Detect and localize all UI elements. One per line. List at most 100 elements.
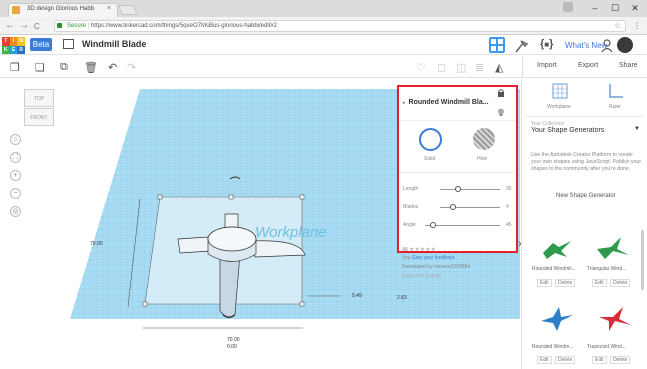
- zoom-in-icon[interactable]: +: [10, 170, 21, 181]
- length-value[interactable]: 35: [506, 186, 512, 192]
- resize-handle[interactable]: [228, 194, 234, 200]
- cube-front-face[interactable]: FRONT: [24, 108, 54, 126]
- delete-button[interactable]: Delete: [610, 356, 631, 364]
- browser-tab[interactable]: 3D design Glorious Habb: [8, 3, 118, 17]
- ruler-icon[interactable]: [607, 82, 625, 100]
- mirror-icon[interactable]: ◭: [495, 61, 503, 74]
- angle-slider[interactable]: [425, 225, 500, 226]
- angle-label: Angle: [403, 222, 416, 228]
- ruler-label[interactable]: Ruler: [609, 104, 621, 110]
- feedback-link[interactable]: Give your feedback: [412, 255, 455, 261]
- minimize-icon[interactable]: ‒: [585, 2, 605, 14]
- shape-name: Triangular Wind...: [587, 266, 627, 272]
- new-shape-generator-button[interactable]: New Shape Generator: [556, 193, 616, 199]
- code-shared-note: Code isn't shared: [402, 273, 441, 279]
- edit-button[interactable]: Edit: [592, 356, 607, 364]
- shape-name: Rounded Windm...: [532, 344, 574, 350]
- chevron-down-icon[interactable]: ▼: [634, 126, 640, 132]
- width-offset[interactable]: 0.00: [227, 344, 237, 350]
- browser-menu-icon[interactable]: ⋮: [633, 21, 641, 30]
- maximize-icon[interactable]: ☐: [605, 2, 625, 14]
- workplane-label[interactable]: Workplane: [547, 104, 571, 110]
- delete-button[interactable]: Delete: [610, 279, 631, 287]
- resize-handle[interactable]: [142, 301, 148, 307]
- grid-view-icon[interactable]: [489, 37, 505, 53]
- angle-value[interactable]: 45: [506, 222, 512, 228]
- depth-dimension[interactable]: 70.00: [90, 241, 103, 247]
- workplane-icon[interactable]: [551, 82, 569, 100]
- shape-name: Trapezoid Wind...: [587, 344, 626, 350]
- copy-icon[interactable]: ❐: [10, 61, 20, 74]
- secure-label: Secure: [67, 23, 87, 29]
- forward-icon[interactable]: →: [19, 20, 29, 31]
- edit-button[interactable]: Edit: [537, 279, 552, 287]
- share-button[interactable]: Share: [619, 62, 638, 69]
- group-icon[interactable]: ◻: [437, 61, 446, 74]
- redo-icon[interactable]: ↷: [127, 61, 136, 74]
- align-icon[interactable]: ≣: [475, 61, 484, 74]
- developer-credit: Developed by eleanor2293884: [402, 264, 471, 270]
- duplicate-icon[interactable]: ⧉: [60, 61, 68, 74]
- new-tab-button[interactable]: [118, 5, 138, 15]
- resize-handle[interactable]: [157, 194, 163, 200]
- back-icon[interactable]: ←: [5, 20, 15, 31]
- bookmark-star-icon[interactable]: ☆: [614, 21, 621, 30]
- panel-divider: [399, 120, 516, 121]
- light-icon[interactable]: ♡: [416, 61, 426, 74]
- shape-name[interactable]: ▸ Rounded Windmill Bla...: [403, 99, 489, 106]
- avatar[interactable]: [617, 37, 633, 53]
- project-grid-icon[interactable]: [63, 39, 74, 49]
- hole-option[interactable]: [473, 128, 495, 150]
- windmill-thumbnail: [543, 241, 571, 259]
- cube-top-face[interactable]: TOP: [24, 89, 54, 107]
- resize-handle[interactable]: [299, 194, 305, 200]
- width-dimension[interactable]: 70.00: [227, 337, 240, 343]
- delete-button[interactable]: Delete: [555, 279, 576, 287]
- user-add-icon[interactable]: [601, 38, 615, 53]
- shape-card[interactable]: [587, 303, 637, 343]
- length-slider-knob[interactable]: [455, 186, 461, 192]
- tinkercad-logo[interactable]: T I N K E R: [2, 37, 25, 54]
- project-title[interactable]: Windmill Blade: [82, 39, 146, 49]
- blades-slider[interactable]: [440, 207, 500, 208]
- delete-icon[interactable]: 🗑: [84, 61, 98, 74]
- rating-stars[interactable]: ★★★★★: [409, 247, 436, 253]
- import-button[interactable]: Import: [537, 62, 557, 69]
- hammer-icon[interactable]: [514, 38, 530, 54]
- sidebar-scrollbar[interactable]: [641, 230, 644, 290]
- reload-icon[interactable]: C: [34, 22, 40, 31]
- perspective-icon[interactable]: ◎: [10, 206, 21, 217]
- ungroup-icon[interactable]: ◫: [456, 61, 466, 74]
- windmill-thumbnail: [599, 307, 631, 331]
- profile-icon[interactable]: [563, 2, 573, 12]
- length-slider[interactable]: [440, 189, 500, 190]
- close-window-icon[interactable]: ✕: [625, 2, 645, 14]
- sidebar-divider: [525, 116, 643, 117]
- blades-value[interactable]: 4: [506, 204, 509, 210]
- solid-option[interactable]: [419, 128, 442, 151]
- export-button[interactable]: Export: [578, 62, 598, 69]
- beta-badge: Beta: [30, 38, 52, 51]
- delete-button[interactable]: Delete: [555, 356, 576, 364]
- elevation-dimension[interactable]: 2.83: [397, 295, 407, 301]
- address-bar[interactable]: Secure | https://www.tinkercad.com/thing…: [54, 20, 626, 32]
- shape-card[interactable]: [531, 303, 581, 343]
- lock-shape-icon[interactable]: [497, 89, 505, 97]
- code-blocks-icon[interactable]: {■}: [540, 38, 553, 50]
- undo-icon[interactable]: ↶: [108, 61, 117, 74]
- hole-label: Hole: [477, 156, 488, 162]
- fit-view-icon[interactable]: ⛶: [10, 152, 21, 163]
- angle-slider-knob[interactable]: [429, 222, 436, 228]
- edit-button[interactable]: Edit: [592, 279, 607, 287]
- height-dimension[interactable]: 5.49: [352, 293, 362, 299]
- home-view-icon[interactable]: ⌂: [10, 134, 21, 145]
- view-cube[interactable]: TOP FRONT: [24, 89, 54, 129]
- bulb-icon[interactable]: [497, 108, 505, 117]
- collection-dropdown[interactable]: Your Shape Generators: [531, 127, 604, 134]
- paste-icon[interactable]: ❏: [35, 61, 45, 74]
- resize-handle[interactable]: [299, 301, 305, 307]
- tab-close-icon[interactable]: ×: [107, 5, 111, 12]
- edit-button[interactable]: Edit: [537, 356, 552, 364]
- shape-name: Rounded Windmil...: [532, 266, 576, 272]
- zoom-out-icon[interactable]: −: [10, 188, 21, 199]
